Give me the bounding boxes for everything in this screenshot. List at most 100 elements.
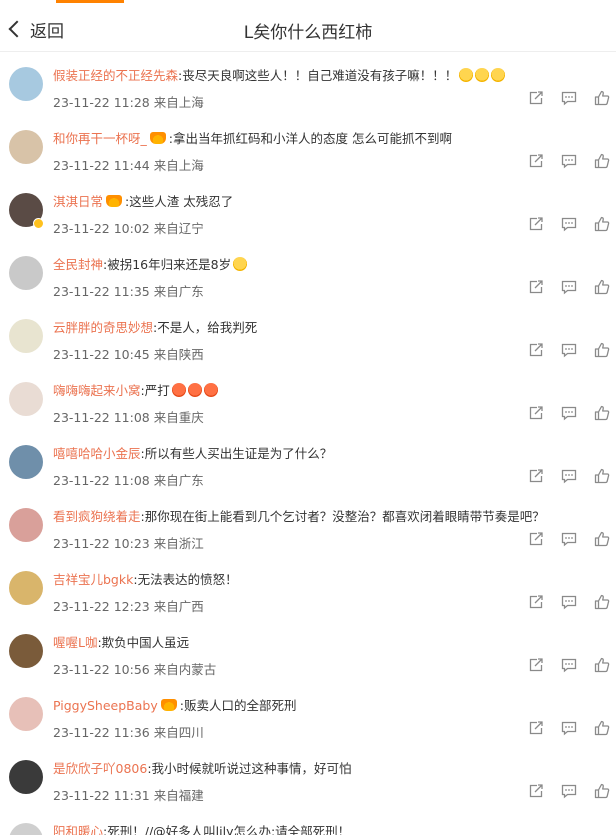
username-link[interactable]: 看到疯狗绕着走	[53, 509, 141, 524]
username-link[interactable]: 全民封神	[53, 257, 103, 272]
cry-emoji-icon	[459, 68, 474, 82]
avatar[interactable]	[9, 67, 43, 101]
comment-content: 看到疯狗绕着走:那你现在街上能看到几个乞讨者？没整治？都喜欢闭着眼睛带节奏是吧？	[53, 508, 608, 526]
comment-meta: 23-11-22 10:45 来自陕西	[53, 347, 204, 362]
comment-icon[interactable]	[561, 405, 577, 421]
angry-emoji-icon	[203, 383, 218, 397]
comment-text: :不是人，给我判死	[153, 320, 258, 335]
share-icon[interactable]	[528, 468, 544, 484]
comment-actions	[528, 342, 610, 362]
username-link[interactable]: 和你再干一杯呀_	[53, 131, 147, 146]
comment-content: 云胖胖的奇思妙想:不是人，给我判死	[53, 319, 608, 337]
avatar[interactable]	[9, 508, 43, 542]
like-icon[interactable]	[594, 531, 610, 547]
like-icon[interactable]	[594, 594, 610, 610]
comment-icon[interactable]	[561, 657, 577, 673]
comment-content: 嗨嗨嗨起来小窝:严打	[53, 382, 608, 400]
comment-item: 云胖胖的奇思妙想:不是人，给我判死 23-11-22 10:45 来自陕西	[0, 305, 616, 368]
angry-emoji-icon	[187, 383, 202, 397]
comment-icon[interactable]	[561, 216, 577, 232]
member-badge-icon	[160, 699, 177, 711]
like-icon[interactable]	[594, 279, 610, 295]
comment-content: 全民封神:被拐16年归来还是8岁	[53, 256, 608, 274]
comment-actions	[528, 657, 610, 677]
avatar[interactable]	[9, 382, 43, 416]
avatar[interactable]	[9, 634, 43, 668]
comment-icon[interactable]	[561, 90, 577, 106]
username-link[interactable]: 假装正经的不正经先森	[53, 68, 178, 83]
comment-content: 喔喔L咖:欺负中国人虽远	[53, 634, 608, 652]
comment-icon[interactable]	[561, 279, 577, 295]
like-icon[interactable]	[594, 405, 610, 421]
like-icon[interactable]	[594, 783, 610, 799]
like-icon[interactable]	[594, 657, 610, 673]
comment-icon[interactable]	[561, 342, 577, 358]
share-icon[interactable]	[528, 405, 544, 421]
comment-actions	[528, 216, 610, 236]
member-badge-icon	[149, 132, 166, 144]
like-icon[interactable]	[594, 342, 610, 358]
comment-item: 看到疯狗绕着走:那你现在街上能看到几个乞讨者？没整治？都喜欢闭着眼睛带节奏是吧？…	[0, 494, 616, 557]
comment-item: 吉祥宝儿bgkk:无法表达的愤怒！ 23-11-22 12:23 来自广西	[0, 557, 616, 620]
like-icon[interactable]	[594, 90, 610, 106]
username-link[interactable]: 嗨嗨嗨起来小窝	[53, 383, 141, 398]
comment-list: 假装正经的不正经先森:丧尽天良啊这些人！！自己难道没有孩子嘛！！！ 23-11-2…	[0, 53, 616, 835]
like-icon[interactable]	[594, 720, 610, 736]
comment-meta: 23-11-22 11:28 来自上海	[53, 95, 204, 110]
comment-item: 淇淇日常:这些人渣 太残忍了 23-11-22 10:02 来自辽宁	[0, 179, 616, 242]
share-icon[interactable]	[528, 342, 544, 358]
avatar[interactable]	[9, 571, 43, 605]
avatar[interactable]	[9, 760, 43, 794]
share-icon[interactable]	[528, 720, 544, 736]
comment-icon[interactable]	[561, 531, 577, 547]
username-link[interactable]: PiggySheepBaby	[53, 698, 158, 713]
comment-icon[interactable]	[561, 468, 577, 484]
share-icon[interactable]	[528, 783, 544, 799]
username-link[interactable]: 云胖胖的奇思妙想	[53, 320, 153, 335]
comment-text: :被拐16年归来还是8岁	[103, 257, 232, 272]
comment-text: :我小时候就听说过这种事情，好可怕	[147, 761, 352, 776]
username-link[interactable]: 吉祥宝儿bgkk	[53, 572, 133, 587]
share-icon[interactable]	[528, 279, 544, 295]
avatar[interactable]	[9, 697, 43, 731]
username-link[interactable]: 是欣欣子吖0806	[53, 761, 147, 776]
avatar[interactable]	[9, 445, 43, 479]
comment-meta: 23-11-22 10:56 来自内蒙古	[53, 662, 217, 677]
share-icon[interactable]	[528, 90, 544, 106]
comment-meta: 23-11-22 11:08 来自重庆	[53, 410, 204, 425]
share-icon[interactable]	[528, 657, 544, 673]
comment-text: :所以有些人买出生证是为了什么？	[140, 446, 333, 461]
comment-icon[interactable]	[561, 783, 577, 799]
comment-item: 全民封神:被拐16年归来还是8岁 23-11-22 11:35 来自广东	[0, 242, 616, 305]
username-link[interactable]: 喔喔L咖	[53, 635, 97, 650]
share-icon[interactable]	[528, 531, 544, 547]
avatar[interactable]	[9, 823, 43, 835]
comment-item: 喔喔L咖:欺负中国人虽远 23-11-22 10:56 来自内蒙古	[0, 620, 616, 683]
share-icon[interactable]	[528, 594, 544, 610]
comment-text: :欺负中国人虽远	[97, 635, 190, 650]
comment-content: 阳和暖心:死刑！//@好多人叫lily怎么办:请全部死刑！	[53, 823, 608, 835]
comment-actions	[528, 783, 610, 803]
comment-item: 是欣欣子吖0806:我小时候就听说过这种事情，好可怕 23-11-22 11:31…	[0, 746, 616, 809]
tab-indicator	[56, 0, 124, 3]
avatar[interactable]	[9, 256, 43, 290]
comment-actions	[528, 405, 610, 425]
comment-content: 吉祥宝儿bgkk:无法表达的愤怒！	[53, 571, 608, 589]
cry-emoji-icon	[233, 257, 248, 271]
comment-icon[interactable]	[561, 720, 577, 736]
comment-meta: 23-11-22 10:02 来自辽宁	[53, 221, 204, 236]
username-link[interactable]: 嘻嘻哈哈小金辰	[53, 446, 141, 461]
username-link[interactable]: 阳和暖心	[53, 824, 103, 835]
like-icon[interactable]	[594, 153, 610, 169]
like-icon[interactable]	[594, 468, 610, 484]
share-icon[interactable]	[528, 216, 544, 232]
comment-meta: 23-11-22 11:31 来自福建	[53, 788, 204, 803]
avatar[interactable]	[9, 319, 43, 353]
comment-icon[interactable]	[561, 594, 577, 610]
avatar[interactable]	[9, 130, 43, 164]
username-link[interactable]: 淇淇日常	[53, 194, 103, 209]
comment-icon[interactable]	[561, 153, 577, 169]
like-icon[interactable]	[594, 216, 610, 232]
comment-content: 是欣欣子吖0806:我小时候就听说过这种事情，好可怕	[53, 760, 608, 778]
share-icon[interactable]	[528, 153, 544, 169]
